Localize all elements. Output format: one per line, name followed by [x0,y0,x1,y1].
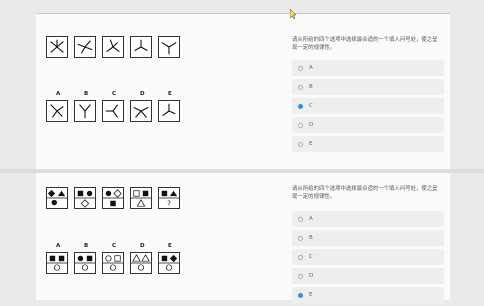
figure-sequence-2: ? [46,187,186,209]
answer-figure-c [102,252,124,274]
radio-icon[interactable] [298,122,303,128]
option-label: E [309,141,313,147]
answer-figure-b [74,252,96,274]
radio-icon[interactable] [298,273,303,279]
figure-5: ? [158,187,180,209]
answer-label-c: C [112,91,117,97]
answer-label-b: B [84,243,89,249]
question-text: 请从所给的四个选项中选择最合适的一个填入问号处，使之呈现一定的规律性。 [292,186,438,200]
radio-selected-icon[interactable] [298,292,303,298]
svg-text:?: ? [167,198,171,207]
option-label: B [309,235,313,241]
option-a[interactable]: A [292,211,444,227]
answer-figure-e [158,100,180,122]
option-e[interactable]: E [292,136,444,152]
question-panel-1: A B C D E 请从所给的四个选项中选择最合适的一个填入问号处，使之呈现一定… [36,14,450,169]
option-d[interactable]: D [292,117,444,133]
figure-1 [46,187,68,209]
answer-label-e: E [168,243,172,249]
radio-icon[interactable] [298,216,303,222]
answer-label-a: A [56,243,61,249]
option-c[interactable]: C [292,98,444,114]
answer-figure-d [130,252,152,274]
figure-2 [74,187,96,209]
radio-icon[interactable] [298,141,303,147]
answer-figures-2 [46,252,186,274]
option-list: A B C D E [292,60,444,155]
figure-3 [102,36,124,58]
radio-icon[interactable] [298,84,303,90]
figure-4 [130,187,152,209]
answer-label-a: A [56,91,61,97]
option-a[interactable]: A [292,60,444,76]
option-label: A [309,65,313,71]
figure-5 [158,36,180,58]
radio-selected-icon[interactable] [298,103,303,109]
answer-figure-b [74,100,96,122]
option-c[interactable]: C [292,249,444,265]
option-list: A B C D E [292,211,444,306]
figure-1 [46,36,68,58]
answer-figures-1 [46,100,186,122]
figure-sequence-1 [46,36,186,58]
answer-label-d: D [140,243,145,249]
answer-figure-a [46,252,68,274]
radio-icon[interactable] [298,254,303,260]
option-label: C [309,103,313,109]
question-text: 请从所给的四个选项中选择最合适的一个填入问号处，使之呈现一定的规律性。 [292,37,438,51]
answer-figure-e [158,252,180,274]
answer-label-d: D [140,91,145,97]
mouse-cursor-icon [289,4,297,23]
answer-figure-d [130,100,152,122]
option-label: D [309,122,314,128]
figure-2 [74,36,96,58]
option-label: B [309,84,313,90]
answer-figure-c [102,100,124,122]
option-d[interactable]: D [292,268,444,284]
option-label: A [309,216,313,222]
radio-icon[interactable] [298,235,303,241]
figure-4 [130,36,152,58]
question-panel-2: ? A B C D E 请从所给的四个选项中选择最合适的一个填入问号处，使之呈现… [36,173,450,303]
option-label: D [309,273,314,279]
answer-label-c: C [112,243,117,249]
figure-3 [102,187,124,209]
answer-label-b: B [84,91,89,97]
radio-icon[interactable] [298,65,303,71]
option-label: C [309,254,313,260]
option-b[interactable]: B [292,79,444,95]
option-b[interactable]: B [292,230,444,246]
option-label: E [309,292,313,298]
answer-label-e: E [168,91,172,97]
answer-figure-a [46,100,68,122]
option-e[interactable]: E [292,287,444,303]
